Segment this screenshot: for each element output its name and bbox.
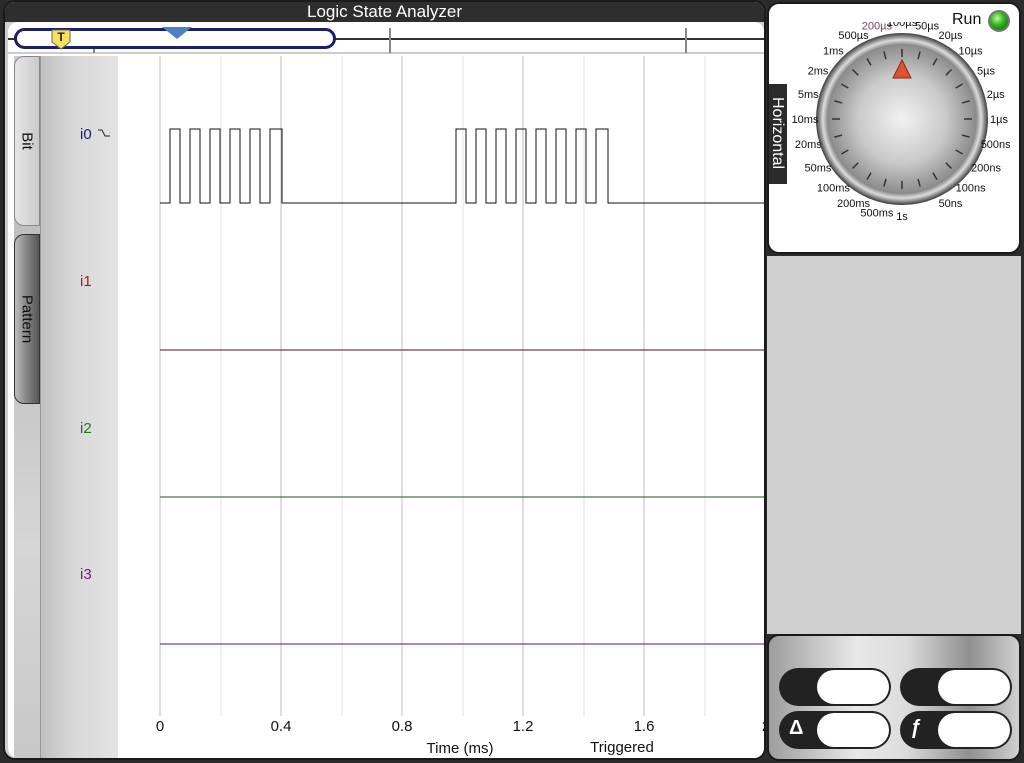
waveform-i0: [160, 128, 764, 204]
measurement-panel: Δ ƒ: [767, 634, 1021, 761]
measurement-slot-1-value[interactable]: [817, 670, 889, 704]
channel-label-i0[interactable]: i0: [80, 126, 92, 143]
major-gridlines: [159, 56, 645, 716]
horizontal-label: Horizontal: [769, 96, 786, 170]
channel-sidebar: Bit Pattern i0 i1 i2 i3: [14, 56, 119, 758]
knob-setting-label[interactable]: 200ms: [837, 198, 871, 210]
knob-setting-label[interactable]: 100µs: [887, 22, 918, 29]
tab-pattern-label: Pattern: [18, 294, 36, 344]
logic-analyzer-panel: Logic State Analyzer T Bit Pattern i0 i1…: [3, 0, 766, 760]
horizontal-panel-tab: Horizontal: [769, 84, 787, 184]
knob-setting-label[interactable]: 2ms: [808, 66, 829, 78]
frequency-icon: ƒ: [910, 717, 922, 739]
delta-value[interactable]: [817, 713, 889, 747]
knob-setting-label[interactable]: 10µs: [959, 45, 984, 57]
axis-tick: 0.8: [391, 718, 413, 735]
measurement-slot-2-value[interactable]: [938, 670, 1010, 704]
delta-measurement[interactable]: Δ: [779, 711, 891, 749]
axis-tick: 1.2: [512, 718, 534, 735]
axis-tick: 1.6: [633, 718, 655, 735]
knob-setting-label[interactable]: 50ms: [805, 163, 832, 175]
timeline-navigator: T: [8, 22, 764, 55]
timebase-knob[interactable]: 1s500ms200ms100ms50ms20ms10ms5ms2ms1ms50…: [790, 22, 1010, 242]
measurement-slot-1[interactable]: [779, 668, 891, 706]
minor-gridlines: [220, 56, 706, 716]
channel-label-i2[interactable]: i2: [80, 420, 92, 437]
trigger-position-marker[interactable]: [162, 27, 192, 41]
knob-setting-label[interactable]: 10ms: [792, 114, 819, 126]
frequency-value[interactable]: [938, 713, 1010, 747]
trigger-marker-label: T: [57, 30, 65, 44]
knob-setting-label[interactable]: 1s: [896, 211, 908, 223]
channel-label-i3[interactable]: i3: [80, 566, 92, 583]
horizontal-control-panel: Horizontal Run 1s 500ms 200ms 100ms 50ms 20ms…: [767, 2, 1021, 254]
knob-setting-label[interactable]: 20µs: [938, 30, 963, 42]
analyzer-display: T Bit Pattern i0 i1 i2 i3 0 0.4 0.8 1.2 …: [8, 22, 764, 758]
knob-setting-label[interactable]: 5ms: [798, 89, 819, 101]
measurement-slot-2[interactable]: [900, 668, 1012, 706]
side-panel-spacer: [767, 256, 1021, 634]
channel-label-i1[interactable]: i1: [80, 273, 92, 290]
knob-setting-label[interactable]: 1µs: [990, 114, 1008, 126]
axis-tick: 0: [155, 718, 165, 735]
knob-setting-label[interactable]: 50ns: [939, 198, 963, 210]
knob-setting-label[interactable]: 100ms: [817, 183, 851, 195]
axis-tick: 0.4: [270, 718, 292, 735]
trigger-status: Triggered: [590, 739, 654, 756]
edge-trigger-icon[interactable]: [98, 128, 110, 138]
frequency-measurement[interactable]: ƒ: [900, 711, 1012, 749]
knob-setting-label[interactable]: 5µs: [977, 66, 995, 78]
knob-setting-label[interactable]: 200ns: [971, 163, 1001, 175]
knob-setting-label[interactable]: 100ns: [956, 183, 986, 195]
knob-setting-label[interactable]: 1ms: [823, 45, 844, 57]
knob-setting-label[interactable]: 20ms: [795, 139, 822, 151]
waveform-canvas: [159, 56, 764, 716]
knob-setting-label[interactable]: 2µs: [987, 89, 1005, 101]
axis-tick: 2: [762, 718, 764, 735]
tab-bit[interactable]: Bit: [14, 56, 40, 226]
delta-icon: Δ: [789, 717, 804, 739]
channel-label-strip: i0 i1 i2 i3: [40, 56, 119, 758]
knob-setting-label[interactable]: 50µs: [915, 22, 940, 32]
knob-setting-label[interactable]: 500ns: [981, 139, 1010, 151]
tab-pattern[interactable]: Pattern: [14, 234, 40, 404]
waveform-plot[interactable]: 0 0.4 0.8 1.2 1.6 2 Time (ms) Triggered: [118, 56, 764, 758]
axis-title: Time (ms): [426, 740, 494, 757]
trigger-marker-icon[interactable]: T: [50, 28, 72, 50]
tab-bit-label: Bit: [18, 132, 36, 150]
window-title: Logic State Analyzer: [5, 2, 764, 22]
